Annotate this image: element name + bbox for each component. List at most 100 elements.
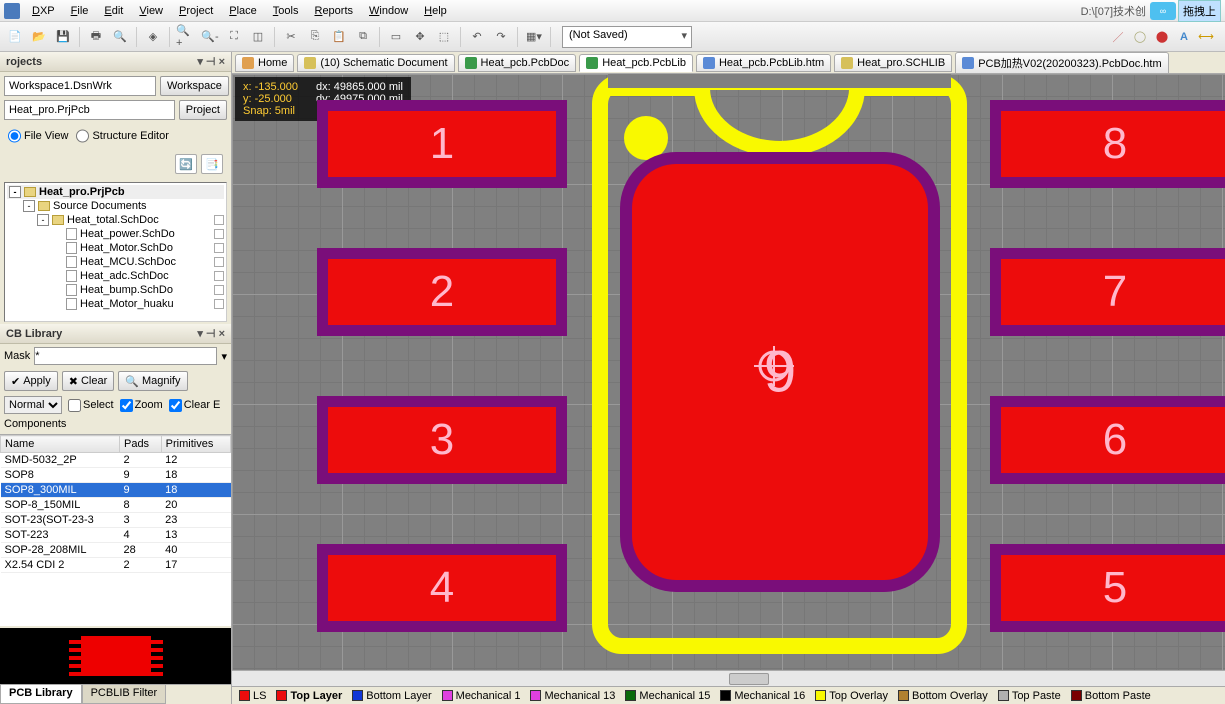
layer-tab[interactable]: Top Overlay: [811, 690, 892, 702]
table-row[interactable]: SOP8_300MIL918: [1, 483, 231, 498]
project-button[interactable]: Project: [179, 100, 227, 120]
move-icon[interactable]: ✥: [409, 26, 431, 48]
duplicate-icon[interactable]: ⧉: [352, 26, 374, 48]
zoom-checkbox[interactable]: Zoom: [120, 399, 163, 412]
menu-help[interactable]: Help: [416, 3, 455, 19]
mask-input[interactable]: [34, 347, 217, 365]
doc-tab[interactable]: Heat_pcb.PcbLib: [579, 54, 693, 72]
via-icon[interactable]: ◯: [1131, 28, 1149, 46]
refresh-icon[interactable]: 🔄: [175, 154, 197, 174]
select-checkbox[interactable]: Select: [68, 399, 114, 412]
menu-reports[interactable]: Reports: [306, 3, 361, 19]
apply-button[interactable]: ✔ Apply: [4, 371, 58, 391]
text-icon[interactable]: A: [1175, 28, 1193, 46]
doc-tab[interactable]: Home: [235, 54, 294, 72]
table-row[interactable]: SOP-28_208MIL2840: [1, 543, 231, 558]
layer-tab[interactable]: Bottom Layer: [348, 690, 435, 702]
normal-select[interactable]: Normal: [4, 396, 62, 414]
doc-tab[interactable]: Heat_pcb.PcbDoc: [458, 54, 577, 72]
new-icon[interactable]: 📄: [4, 26, 26, 48]
table-row[interactable]: SMD-5032_2P212: [1, 453, 231, 468]
clear-button[interactable]: ✖ Clear: [62, 371, 115, 391]
select-icon[interactable]: ▭: [385, 26, 407, 48]
doc-tab[interactable]: Heat_pro.SCHLIB: [834, 54, 952, 72]
table-row[interactable]: SOT-223413: [1, 528, 231, 543]
layers-icon[interactable]: ◈: [142, 26, 164, 48]
tree-node[interactable]: Heat_Motor.SchDo: [7, 241, 224, 255]
project-tree[interactable]: -Heat_pro.PrjPcb-Source Documents-Heat_t…: [4, 182, 227, 322]
menu-place[interactable]: Place: [221, 3, 265, 19]
menu-window[interactable]: Window: [361, 3, 416, 19]
zoom-in-icon[interactable]: 🔍+: [175, 26, 197, 48]
mask-chevron-icon[interactable]: ▾: [221, 350, 227, 363]
cut-icon[interactable]: ✂: [280, 26, 302, 48]
zoom-out-icon[interactable]: 🔍-: [199, 26, 221, 48]
layer-tab[interactable]: Mechanical 13: [526, 690, 619, 702]
menu-tools[interactable]: Tools: [265, 3, 307, 19]
pad-4[interactable]: 4: [317, 544, 567, 632]
pcb-canvas[interactable]: x: -135.000dx: 49865.000 mil y: -25.000d…: [232, 74, 1225, 670]
doc-tab[interactable]: PCB加热V02(20200323).PcbDoc.htm: [955, 52, 1168, 74]
menu-project[interactable]: Project: [171, 3, 221, 19]
table-row[interactable]: SOP8918: [1, 468, 231, 483]
copy-icon[interactable]: ⎘: [304, 26, 326, 48]
layer-tab[interactable]: Top Paste: [994, 690, 1065, 702]
saved-state-dropdown[interactable]: (Not Saved): [562, 26, 692, 48]
components-table[interactable]: NamePadsPrimitives SMD-5032_2P212SOP8918…: [0, 434, 231, 626]
doc-tab[interactable]: (10) Schematic Document: [297, 54, 454, 72]
tab-pcb-library[interactable]: PCB Library: [0, 685, 82, 704]
clear-e-checkbox[interactable]: Clear E: [169, 399, 221, 412]
tree-node[interactable]: Heat_power.SchDo: [7, 227, 224, 241]
project-input[interactable]: [4, 100, 175, 120]
layer-tab[interactable]: Bottom Paste: [1067, 690, 1155, 702]
dimension-icon[interactable]: ⟷: [1197, 28, 1215, 46]
pad-7[interactable]: 7: [990, 248, 1225, 336]
table-row[interactable]: X2.54 CDI 2217: [1, 558, 231, 573]
layer-tab[interactable]: Mechanical 1: [438, 690, 525, 702]
pad-6[interactable]: 6: [990, 396, 1225, 484]
layer-tab[interactable]: Mechanical 16: [716, 690, 809, 702]
structure-editor-radio[interactable]: Structure Editor: [76, 126, 168, 146]
pin-icon[interactable]: ▾ ⊣ ×: [197, 55, 225, 68]
menu-edit[interactable]: Edit: [96, 3, 131, 19]
route-icon[interactable]: ／: [1109, 28, 1127, 46]
layer-tab[interactable]: Mechanical 15: [621, 690, 714, 702]
doc-tab[interactable]: Heat_pcb.PcbLib.htm: [696, 54, 831, 72]
preview-icon[interactable]: 🔍: [109, 26, 131, 48]
pad-5[interactable]: 5: [990, 544, 1225, 632]
doc-options-icon[interactable]: 📑: [201, 154, 223, 174]
workspace-input[interactable]: [4, 76, 156, 96]
horizontal-scrollbar[interactable]: [232, 670, 1225, 686]
menu-view[interactable]: View: [131, 3, 171, 19]
tree-node[interactable]: -Heat_total.SchDoc: [7, 213, 224, 227]
menu-dxp[interactable]: DXP: [24, 3, 63, 19]
file-view-radio[interactable]: File View: [8, 126, 68, 146]
cloud-sync-icon[interactable]: ∞: [1150, 2, 1176, 20]
zoom-sel-icon[interactable]: ◫: [247, 26, 269, 48]
zoom-fit-icon[interactable]: ⛶: [223, 26, 245, 48]
print-icon[interactable]: 🖶: [85, 26, 107, 48]
tree-node[interactable]: Heat_bump.SchDo: [7, 283, 224, 297]
undo-icon[interactable]: ↶: [466, 26, 488, 48]
pad-1[interactable]: 1: [317, 100, 567, 188]
pad-icon[interactable]: ⬤: [1153, 28, 1171, 46]
menu-file[interactable]: File: [63, 3, 97, 19]
table-row[interactable]: SOT-23(SOT-23-3323: [1, 513, 231, 528]
deselect-icon[interactable]: ⬚: [433, 26, 455, 48]
paste-icon[interactable]: 📋: [328, 26, 350, 48]
tree-node[interactable]: Heat_adc.SchDoc: [7, 269, 224, 283]
pad-8[interactable]: 8: [990, 100, 1225, 188]
tree-node[interactable]: Heat_Motor_huaku: [7, 297, 224, 311]
workspace-button[interactable]: Workspace: [160, 76, 229, 96]
pad-2[interactable]: 2: [317, 248, 567, 336]
tree-node[interactable]: -Heat_pro.PrjPcb: [7, 185, 224, 199]
magnify-button[interactable]: 🔍 Magnify: [118, 371, 187, 391]
grid-icon[interactable]: ▦▾: [523, 26, 545, 48]
layer-tab[interactable]: LS: [235, 690, 270, 702]
tab-pcblib-filter[interactable]: PCBLIB Filter: [82, 685, 167, 704]
open-icon[interactable]: 📂: [28, 26, 50, 48]
table-row[interactable]: SOP-8_150MIL820: [1, 498, 231, 513]
layer-tab[interactable]: Top Layer: [272, 690, 346, 702]
tree-node[interactable]: Heat_MCU.SchDoc: [7, 255, 224, 269]
pad-3[interactable]: 3: [317, 396, 567, 484]
